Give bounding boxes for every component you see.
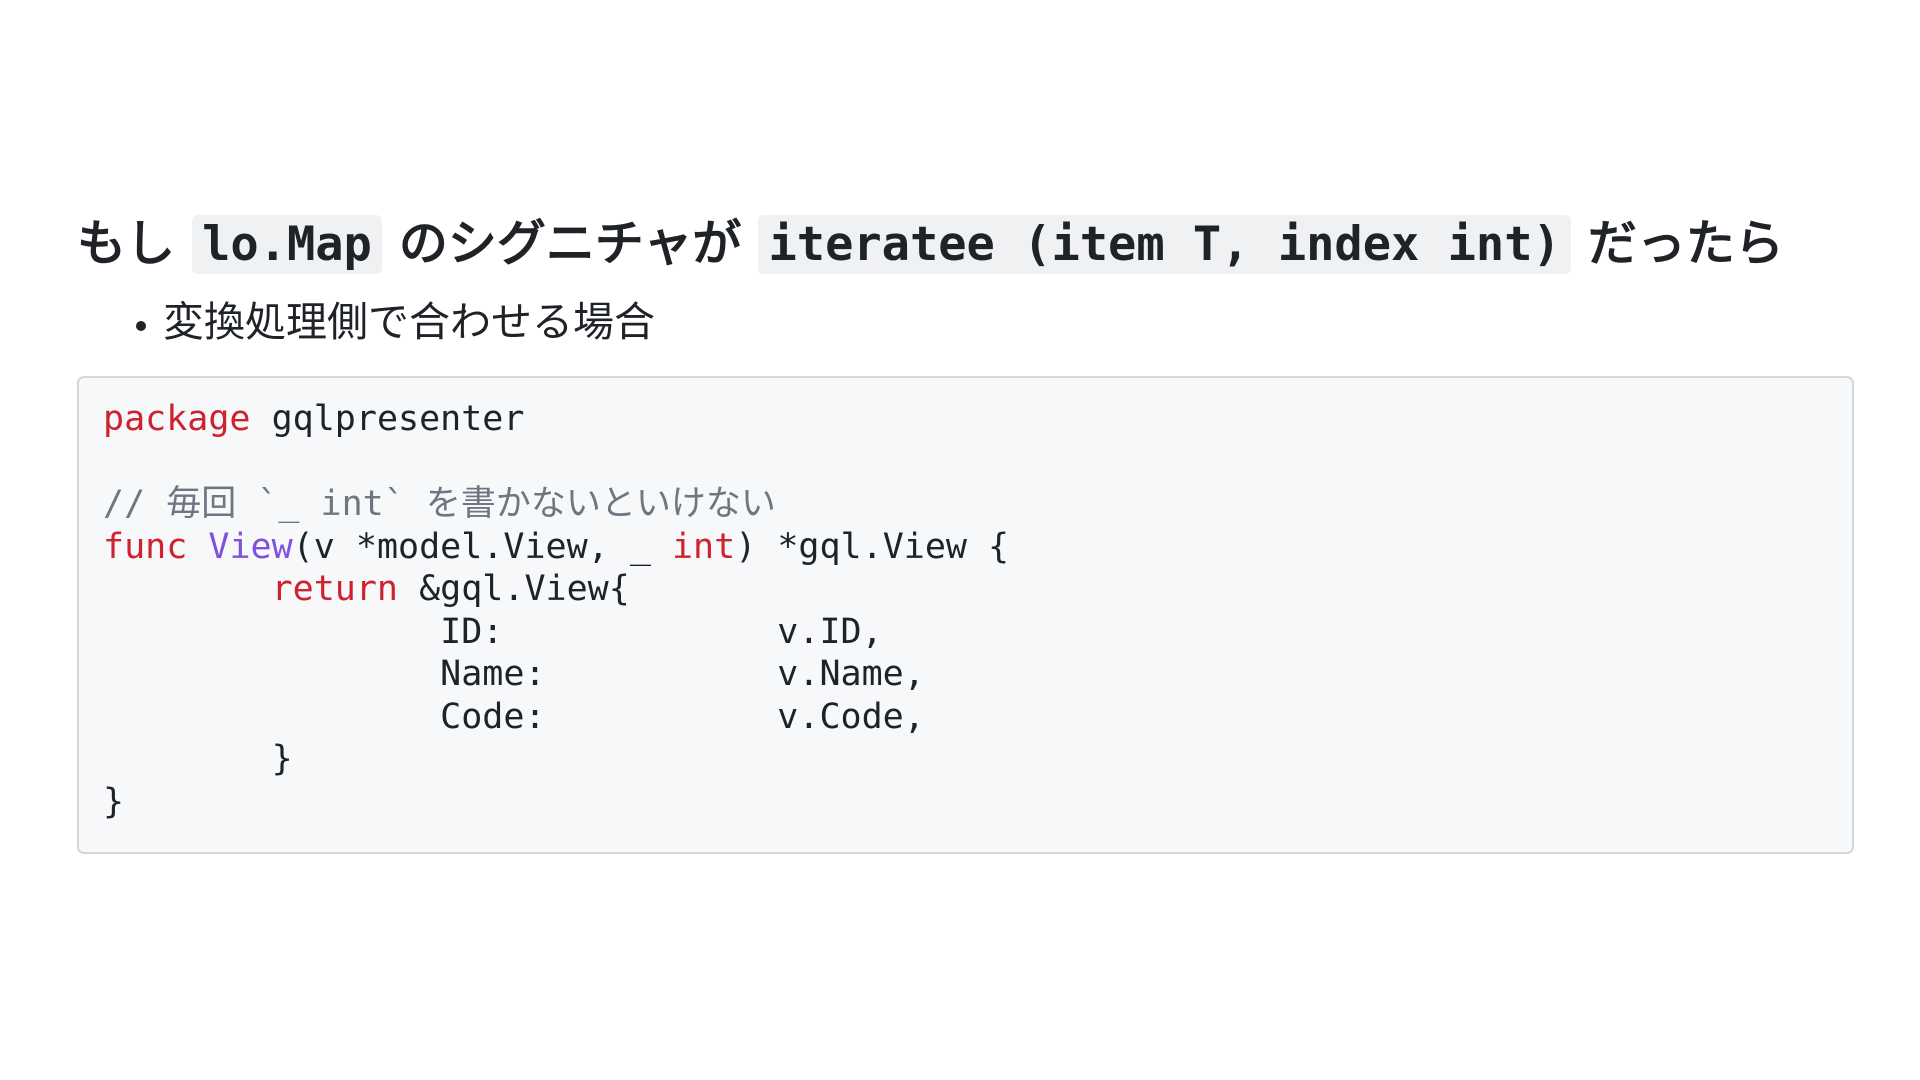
code-keyword-return: return [271, 569, 399, 609]
slide-heading: もし lo.Map のシグニチャが iteratee (item T, inde… [77, 205, 1854, 284]
bullet-item: 変換処理側で合わせる場合 [163, 290, 1854, 354]
heading-middle: のシグニチャが [381, 215, 759, 272]
code-inner-close: } [103, 739, 293, 779]
heading-code-lo-map: lo.Map [192, 215, 382, 274]
slide-content: もし lo.Map のシグニチャが iteratee (item T, inde… [77, 205, 1854, 854]
code-type-int: int [671, 526, 736, 567]
heading-prefix: もし [77, 215, 193, 272]
code-comment: // 毎回 `_ int` を書かないといけない [103, 484, 776, 524]
code-keyword-func: func [103, 526, 188, 567]
code-package-name: gqlpresenter [250, 399, 525, 439]
code-keyword-package: package [103, 399, 251, 439]
code-field-name: Name: v.Name, [103, 654, 925, 694]
code-outer-close: } [103, 781, 125, 822]
bullet-list: 変換処理側で合わせる場合 [77, 290, 1854, 354]
code-field-id: ID: v.ID, [103, 611, 883, 652]
code-field-code: Code: v.Code, [103, 696, 925, 737]
code-struct-literal: &gql.View{ [398, 569, 630, 609]
heading-code-signature: iteratee (item T, index int) [758, 215, 1571, 274]
code-function-name: View [208, 526, 293, 567]
code-block: package gqlpresenter // 毎回 `_ int` を書かない… [77, 376, 1854, 854]
code-return-type: ) *gql.View { [735, 526, 1010, 567]
heading-suffix: だったら [1570, 215, 1784, 272]
code-content: package gqlpresenter // 毎回 `_ int` を書かない… [103, 398, 1828, 823]
code-params: (v *model.View, _ [292, 526, 672, 567]
